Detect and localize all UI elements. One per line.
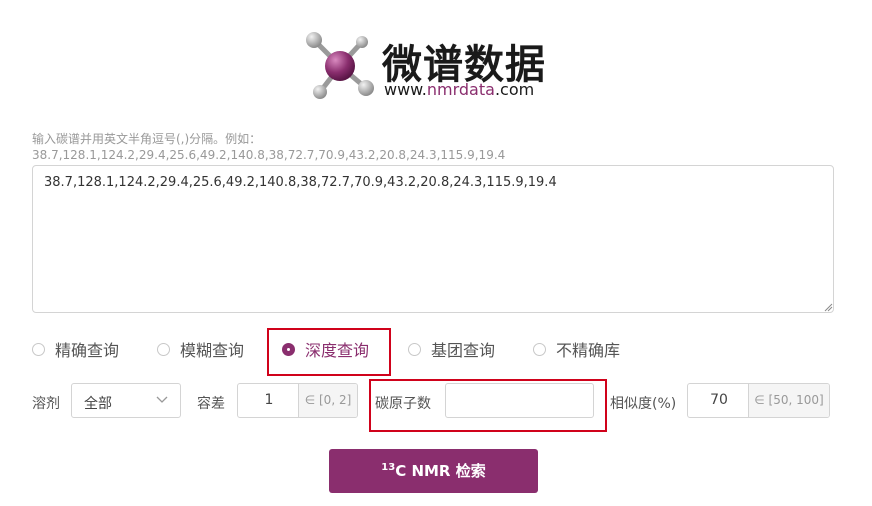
radio-circle-icon <box>157 342 170 356</box>
logo-url-highlight: nmrdata <box>426 80 495 99</box>
isotope-superscript: 13 <box>381 462 396 473</box>
carbon-count-input[interactable] <box>445 383 594 418</box>
similarity-input-group: 70 ∈ [50, 100] <box>687 383 830 418</box>
radio-group-search[interactable]: 基团查询 <box>408 334 495 364</box>
radio-circle-icon <box>533 342 546 356</box>
similarity-input[interactable]: 70 <box>688 384 750 417</box>
search-button-label: C NMR 检索 <box>395 462 486 480</box>
spectrum-input[interactable]: 38.7,128.1,124.2,29.4,25.6,49.2,140.8,38… <box>32 165 834 313</box>
logo-url-prefix: www. <box>384 80 427 99</box>
radio-circle-icon <box>408 342 421 356</box>
radio-label: 模糊查询 <box>180 341 245 360</box>
radio-label: 不精确库 <box>556 341 621 360</box>
carbon-count-label: 碳原子数 <box>375 396 431 412</box>
similarity-label: 相似度(%) <box>610 396 677 412</box>
resize-grip-icon[interactable] <box>823 302 833 312</box>
molecule-logo-icon <box>306 32 374 99</box>
tolerance-range: ∈ [0, 2] <box>298 384 357 417</box>
site-logo[interactable]: 微谱数据 www.nmrdata.com <box>304 30 564 104</box>
tolerance-input-group: 1 ∈ [0, 2] <box>237 383 358 418</box>
solvent-value: 全部 <box>84 396 112 412</box>
tolerance-input[interactable]: 1 <box>238 384 300 417</box>
radio-circle-icon <box>32 342 45 356</box>
chevron-down-icon <box>156 396 168 403</box>
input-hint: 输入碳谱并用英文半角逗号(,)分隔。例如： 38.7,128.1,124.2,2… <box>32 131 832 163</box>
tolerance-label: 容差 <box>197 396 225 412</box>
similarity-range: ∈ [50, 100] <box>748 384 829 417</box>
highlight-box-deep-search <box>267 328 391 376</box>
radio-fuzzy-search[interactable]: 模糊查询 <box>157 334 244 364</box>
radio-imprecise-library[interactable]: 不精确库 <box>533 334 620 364</box>
logo-url-suffix: .com <box>494 80 535 99</box>
radio-label: 精确查询 <box>55 341 120 360</box>
logo-url: www.nmrdata.com <box>384 80 534 99</box>
c13-nmr-search-button[interactable]: 13C NMR 检索 <box>329 449 538 493</box>
solvent-select[interactable]: 全部 <box>71 383 181 418</box>
hint-line-2: 38.7,128.1,124.2,29.4,25.6,49.2,140.8,38… <box>32 148 506 162</box>
solvent-label: 溶剂 <box>32 396 60 412</box>
hint-line-1: 输入碳谱并用英文半角逗号(,)分隔。例如： <box>32 132 262 146</box>
radio-exact-search[interactable]: 精确查询 <box>32 334 119 364</box>
radio-label: 基团查询 <box>431 341 496 360</box>
